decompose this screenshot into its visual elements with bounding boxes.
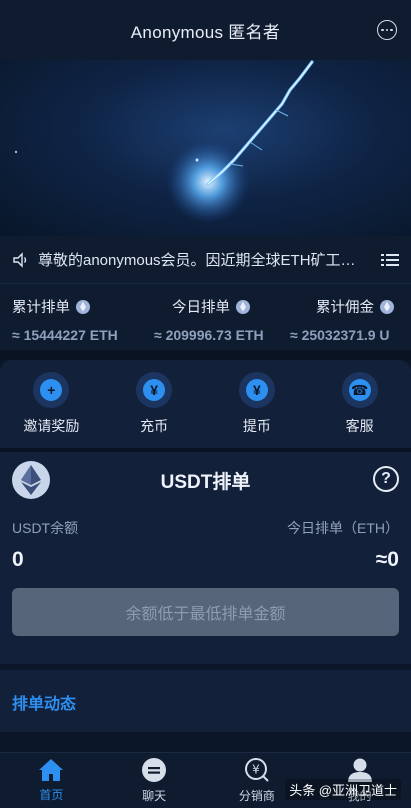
user-icon: + [40,379,63,401]
stat-value: ≈ 15444227 ETH [12,327,118,343]
home-icon [39,759,64,781]
order-feed-section: 排单动态 [0,670,411,732]
today-label: 今日排单（ETH） [287,520,399,536]
tab-label: 分销商 [238,789,275,803]
tab-chat[interactable]: 聊天 [109,757,199,804]
submit-order-button[interactable]: 余额低于最低排单金额 [12,588,399,636]
action-label: 邀请奖励 [23,418,80,434]
svg-text:¥: ¥ [252,763,260,777]
withdraw-icon: ¥ [245,379,268,401]
tab-label: 首页 [39,788,64,802]
announcement-bar[interactable]: 尊敬的anonymous会员。因近期全球ETH矿工… [0,236,411,284]
customer-service-button[interactable]: ☎ 客服 [315,372,405,436]
tab-home[interactable]: 首页 [6,758,96,803]
stat-value: ≈ 25032371.9 U [290,327,390,343]
stat-label: 累计佣金 [316,300,374,316]
withdraw-button[interactable]: ¥ 提币 [212,372,302,436]
stat-label: 今日排单 [172,300,230,316]
list-icon[interactable] [381,252,399,268]
eth-icon [380,299,394,314]
feed-title[interactable]: 排单动态 [12,690,399,714]
announcement-text: 尊敬的anonymous会员。因近期全球ETH矿工… [38,252,356,269]
app-header: Anonymous 匿名者 [0,0,411,60]
stat-value: ≈ 209996.73 ETH [154,327,264,343]
stats-panel: 累计排单 ≈ 15444227 ETH 今日排单 ≈ 209996.73 ETH… [0,284,411,350]
watermark: 头条 @亚洲卫道士 [285,779,401,800]
help-icon[interactable]: ? [373,466,399,492]
usdt-order-card: USDT排单 ? USDT余额 今日排单（ETH） 0 ≈0 余额低于最低排单金… [0,452,411,664]
deposit-button[interactable]: ¥ 充币 [109,372,199,436]
eth-icon [76,299,90,314]
hero-banner [0,60,411,236]
page-title: Anonymous 匿名者 [130,22,281,42]
support-icon: ☎ [348,379,371,401]
divider [0,350,411,360]
today-value: ≈0 [375,548,399,571]
eth-icon [236,299,250,314]
action-label: 客服 [345,418,374,434]
stat-label: 累计排单 [12,300,70,316]
speaker-icon [13,251,27,268]
action-label: 提币 [242,418,271,434]
action-label: 充币 [140,418,169,434]
stat-total-orders: 累计排单 ≈ 15444227 ETH [12,296,118,343]
tab-label: 聊天 [142,789,167,803]
deposit-icon: ¥ [143,379,166,401]
balance-label: USDT余额 [12,520,79,536]
balance-value: 0 [12,548,24,571]
invite-reward-button[interactable]: + 邀请奖励 [6,372,96,436]
card-title: USDT排单 [160,471,251,493]
distributor-icon: ¥ [244,758,269,782]
stat-total-commission: 累计佣金 ≈ 25032371.9 U [290,296,394,343]
chat-icon [142,758,167,782]
stat-today-orders: 今日排单 ≈ 209996.73 ETH [154,296,264,343]
chat-bubble-icon[interactable] [377,20,397,40]
quick-actions: + 邀请奖励 ¥ 充币 ¥ 提币 ☎ 客服 [0,360,411,448]
